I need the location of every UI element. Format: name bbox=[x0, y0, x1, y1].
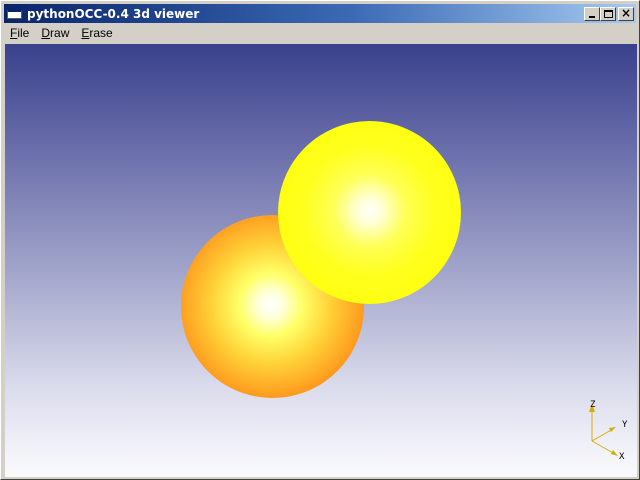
close-icon: × bbox=[620, 5, 632, 20]
menu-bar: File Draw Erase bbox=[4, 24, 636, 42]
x-axis-label: X bbox=[619, 452, 625, 461]
y-axis-line bbox=[591, 428, 614, 442]
triedron-axes bbox=[589, 404, 618, 456]
z-axis-label: Z bbox=[590, 400, 596, 410]
menu-file[interactable]: File bbox=[4, 24, 35, 42]
window-controls: × bbox=[584, 5, 634, 21]
app-window-icon[interactable] bbox=[7, 8, 22, 19]
window-title: pythonOCC-0.4 3d viewer bbox=[27, 6, 200, 21]
axis-triedron: Z Y X bbox=[589, 400, 628, 461]
maximize-icon bbox=[604, 9, 613, 18]
minimize-button[interactable] bbox=[584, 6, 600, 21]
menu-erase[interactable]: Erase bbox=[75, 24, 118, 42]
title-bar[interactable]: pythonOCC-0.4 3d viewer × bbox=[4, 4, 636, 23]
app-window: pythonOCC-0.4 3d viewer × File Draw Eras… bbox=[0, 0, 640, 480]
x-axis-arrow bbox=[611, 450, 618, 456]
y-axis-label: Y bbox=[622, 420, 628, 430]
x-axis-line bbox=[591, 440, 616, 455]
maximize-button[interactable] bbox=[600, 6, 616, 21]
3d-viewport[interactable]: Z Y X bbox=[5, 44, 637, 477]
close-button[interactable]: × bbox=[618, 5, 634, 21]
menu-draw[interactable]: Draw bbox=[35, 24, 75, 42]
yellow-sphere[interactable] bbox=[278, 121, 461, 304]
minimize-icon bbox=[589, 15, 595, 18]
